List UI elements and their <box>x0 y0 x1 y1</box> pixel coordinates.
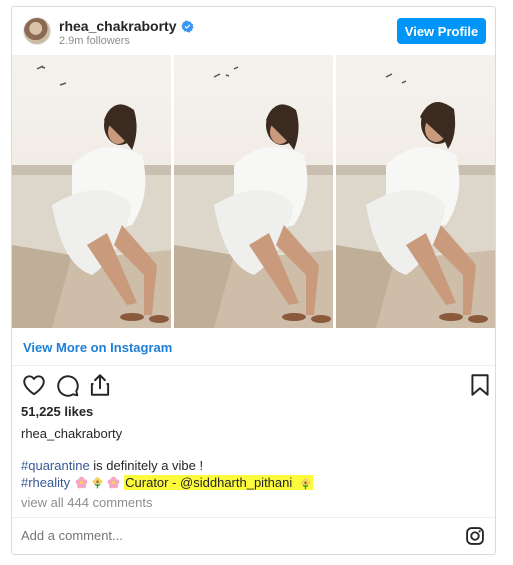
caption-text: is definitely a vibe ! <box>89 458 204 473</box>
post-photo-1[interactable] <box>12 55 171 328</box>
like-count[interactable]: 51,225 likes <box>21 404 93 419</box>
caption-line-1: #quarantine is definitely a vibe ! <box>21 458 203 473</box>
photo-illustration <box>336 73 495 328</box>
heart-icon[interactable] <box>21 372 47 398</box>
photo-illustration <box>174 66 333 328</box>
avatar[interactable] <box>23 17 51 45</box>
bookmark-icon[interactable] <box>467 372 493 398</box>
view-all-comments-link[interactable]: view all 444 comments <box>21 495 153 510</box>
share-icon[interactable] <box>87 372 113 398</box>
view-profile-button[interactable]: View Profile <box>397 18 486 44</box>
action-bar <box>21 372 489 400</box>
curator-credit-highlight: Curator - @siddharth_pithani <box>124 475 313 491</box>
sunflower-emoji-icon <box>300 478 311 490</box>
hashtag-quarantine[interactable]: #quarantine <box>21 458 90 473</box>
instagram-logo-icon[interactable] <box>465 526 485 546</box>
instagram-embed-card: rhea_chakraborty 2.9m followers View Pro… <box>11 6 496 555</box>
post-photo-carousel[interactable] <box>12 55 495 328</box>
hashtag-rheality[interactable]: #rheality <box>21 475 70 490</box>
username[interactable]: rhea_chakraborty <box>59 18 177 34</box>
comment-bubble-icon[interactable] <box>54 372 80 398</box>
add-comment-input[interactable] <box>21 528 321 543</box>
add-comment-bar <box>12 517 495 554</box>
post-photo-2[interactable] <box>174 55 333 328</box>
post-photo-3[interactable] <box>336 55 495 328</box>
follower-count: 2.9m followers <box>59 35 130 47</box>
post-header: rhea_chakraborty 2.9m followers View Pro… <box>12 7 495 55</box>
view-more-on-instagram-link[interactable]: View More on Instagram <box>23 340 172 355</box>
verified-badge-icon <box>180 19 194 33</box>
caption-username[interactable]: rhea_chakraborty <box>21 426 122 441</box>
photo-illustration <box>12 65 171 328</box>
divider <box>12 365 495 366</box>
username-row[interactable]: rhea_chakraborty <box>59 18 194 34</box>
curator-credit[interactable]: Curator - @siddharth_pithani <box>125 475 292 490</box>
cherry-blossom-emoji-icon <box>107 476 120 489</box>
seedling-emoji-icon <box>92 477 103 489</box>
cherry-blossom-emoji-icon <box>75 476 88 489</box>
caption-line-2: #rheality Curator - @siddharth_pithani <box>21 475 313 491</box>
